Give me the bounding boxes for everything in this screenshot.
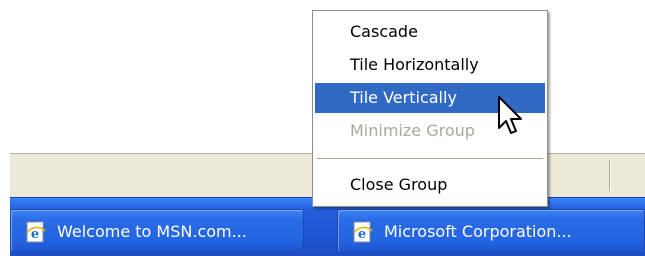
status-bar-divider (609, 160, 610, 191)
ie-page-icon: e (353, 221, 373, 243)
taskbar-button-msn[interactable]: e Welcome to MSN.com... (10, 209, 304, 253)
mouse-pointer-icon (498, 96, 522, 134)
menu-item-cascade[interactable]: Cascade (315, 17, 545, 47)
menu-separator (317, 158, 543, 159)
ie-page-icon: e (26, 221, 46, 243)
taskbar-button-label: Welcome to MSN.com... (57, 222, 247, 241)
menu-item-close-group[interactable]: Close Group (315, 170, 545, 200)
taskbar-button-label: Microsoft Corporation... (384, 222, 572, 241)
taskbar-button-microsoft[interactable]: e Microsoft Corporation... (337, 209, 645, 253)
menu-item-tile-horizontally[interactable]: Tile Horizontally (315, 50, 545, 80)
